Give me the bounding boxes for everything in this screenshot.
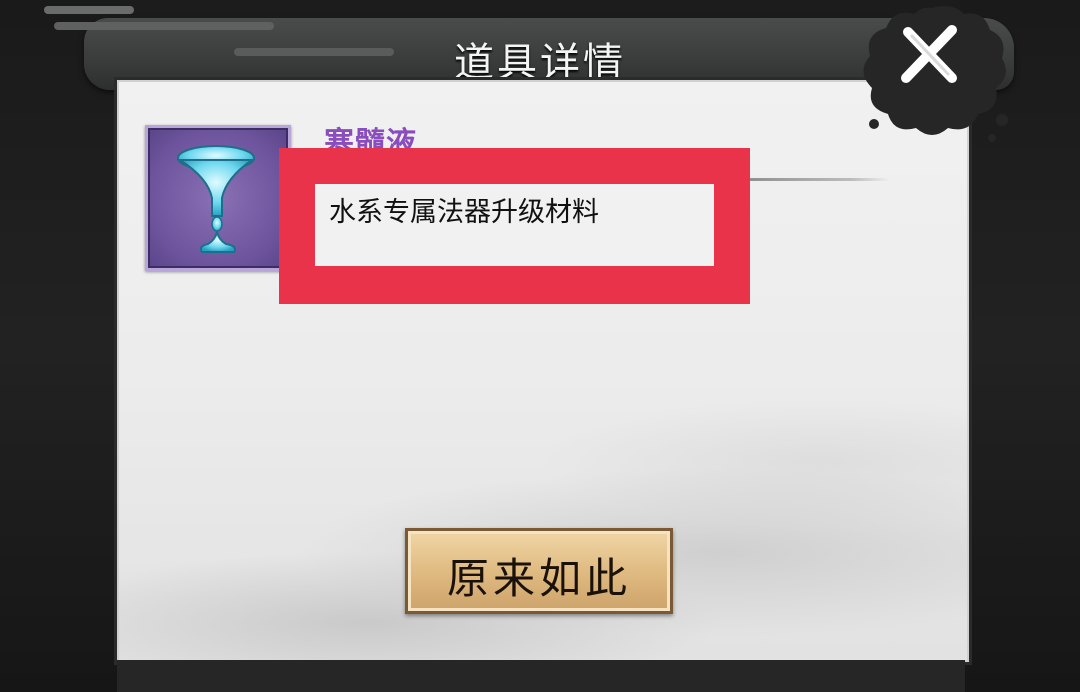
bottom-strip bbox=[117, 660, 965, 692]
background-left bbox=[0, 0, 120, 692]
water-drop-chalice-icon bbox=[176, 145, 256, 253]
close-x-icon bbox=[863, 6, 1008, 142]
confirm-button[interactable]: 原来如此 bbox=[405, 528, 673, 614]
confirm-button-label: 原来如此 bbox=[446, 554, 631, 603]
title-swirl-decoration bbox=[54, 22, 274, 30]
close-button[interactable] bbox=[852, 0, 1012, 150]
item-icon-frame bbox=[145, 125, 291, 271]
title-swirl-decoration bbox=[44, 6, 134, 14]
item-description: 水系专属法器升级材料 bbox=[329, 197, 599, 228]
